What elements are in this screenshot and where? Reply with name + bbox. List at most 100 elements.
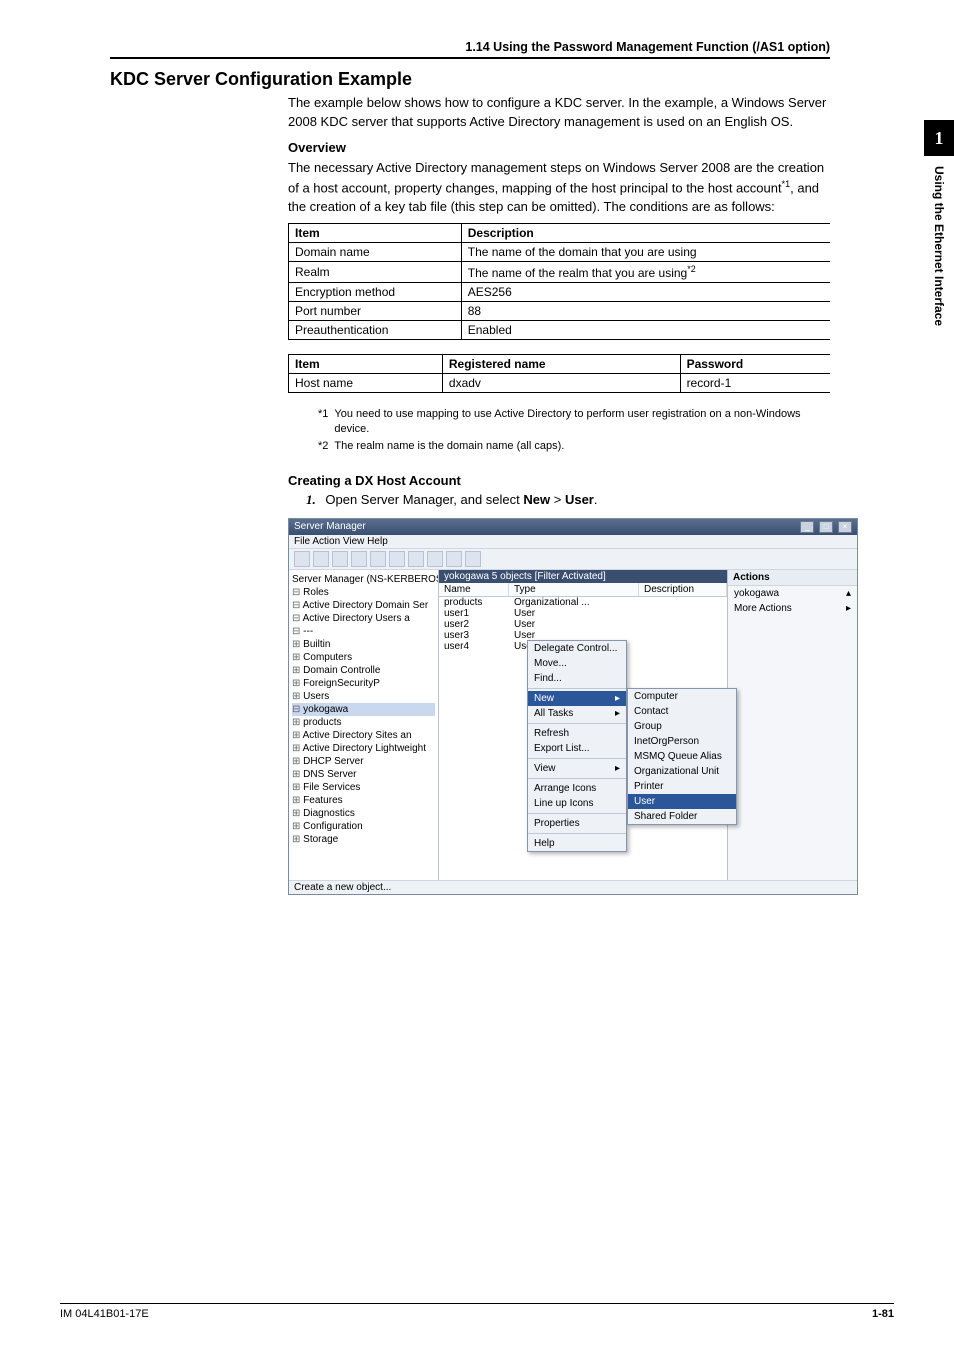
tree-foreign[interactable]: ⊞ ForeignSecurityP xyxy=(292,677,435,690)
tree-yokogawa[interactable]: ⊟ yokogawa xyxy=(292,703,435,716)
actions-pane: Actions yokogawa▴ More Actions▸ xyxy=(727,570,857,880)
tree-storage[interactable]: ⊞ Storage xyxy=(292,833,435,846)
page-footer: IM 04L41B01-17E 1-81 xyxy=(60,1303,894,1320)
nav-back-icon[interactable] xyxy=(294,551,310,567)
status-bar: Create a new object... xyxy=(289,880,857,894)
manual-code: IM 04L41B01-17E xyxy=(60,1308,149,1320)
menu-item[interactable]: Printer xyxy=(628,779,736,794)
menu-item[interactable]: Shared Folder xyxy=(628,809,736,824)
tree-computers[interactable]: ⊞ Computers xyxy=(292,651,435,664)
tree-filesvc[interactable]: ⊞ File Services xyxy=(292,781,435,794)
list-pane: yokogawa 5 objects [Filter Activated] Na… xyxy=(439,570,727,880)
tree-domaincontrollers[interactable]: ⊞ Domain Controlle xyxy=(292,664,435,677)
help-icon[interactable] xyxy=(446,551,462,567)
toolbar-icon[interactable] xyxy=(370,551,386,567)
actions-more[interactable]: More Actions▸ xyxy=(728,601,857,616)
table-row: Port number88 xyxy=(289,301,831,320)
section-header: 1.14 Using the Password Management Funct… xyxy=(110,40,830,59)
nav-forward-icon[interactable] xyxy=(313,551,329,567)
page-title: KDC Server Configuration Example xyxy=(110,69,830,90)
menu-item[interactable]: Properties xyxy=(528,816,626,831)
menu-item[interactable]: Organizational Unit xyxy=(628,764,736,779)
window-toolbar[interactable] xyxy=(289,548,857,570)
toolbar-icon[interactable] xyxy=(465,551,481,567)
overview-heading: Overview xyxy=(288,140,830,155)
server-manager-window: Server Manager _ □ × File Action View He… xyxy=(288,518,858,895)
close-icon[interactable]: × xyxy=(838,521,852,533)
tree-dhcp[interactable]: ⊞ DHCP Server xyxy=(292,755,435,768)
tree-users[interactable]: ⊞ Users xyxy=(292,690,435,703)
hostname-table: ItemRegistered namePasswordHost namedxad… xyxy=(288,354,830,393)
tree-features[interactable]: ⊞ Features xyxy=(292,794,435,807)
tree-adlight[interactable]: ⊞ Active Directory Lightweight xyxy=(292,742,435,755)
create-account-heading: Creating a DX Host Account xyxy=(288,473,830,488)
menu-item[interactable]: MSMQ Queue Alias xyxy=(628,749,736,764)
menu-item[interactable]: Delegate Control... xyxy=(528,641,626,656)
chevron-right-icon: ▸ xyxy=(846,603,851,614)
context-submenu[interactable]: ComputerContactGroupInetOrgPersonMSMQ Qu… xyxy=(627,688,737,825)
tree-domain[interactable]: ⊟ --- xyxy=(292,625,435,638)
col-type[interactable]: Type xyxy=(509,583,639,596)
table-row: Encryption methodAES256 xyxy=(289,282,831,301)
menu-item[interactable]: InetOrgPerson xyxy=(628,734,736,749)
list-item[interactable]: user1User xyxy=(439,608,727,619)
menu-item[interactable]: Arrange Icons xyxy=(528,781,626,796)
menu-item[interactable]: Refresh xyxy=(528,726,626,741)
list-item[interactable]: productsOrganizational ... xyxy=(439,597,727,608)
overview-paragraph: The necessary Active Directory managemen… xyxy=(288,159,830,217)
chevron-up-icon: ▴ xyxy=(846,588,851,599)
table-row: RealmThe name of the realm that you are … xyxy=(289,261,831,282)
menu-item[interactable]: Computer xyxy=(628,689,736,704)
col-desc[interactable]: Description xyxy=(639,583,727,596)
toolbar-icon[interactable] xyxy=(351,551,367,567)
tree-diag[interactable]: ⊞ Diagnostics xyxy=(292,807,435,820)
nav-tree[interactable]: Server Manager (NS-KERBEROS) ⊟ Roles ⊟ A… xyxy=(289,570,439,880)
step-1: 1. Open Server Manager, and select New >… xyxy=(306,492,830,508)
toolbar-icon[interactable] xyxy=(427,551,443,567)
footnote: *2The realm name is the domain name (all… xyxy=(318,439,830,454)
maximize-icon[interactable]: □ xyxy=(819,521,833,533)
tree-config[interactable]: ⊞ Configuration xyxy=(292,820,435,833)
tree-products[interactable]: ⊞ products xyxy=(292,716,435,729)
tree-adds[interactable]: ⊟ Active Directory Domain Ser xyxy=(292,599,435,612)
actions-section[interactable]: yokogawa▴ xyxy=(728,586,857,601)
tree-root[interactable]: Server Manager (NS-KERBEROS) xyxy=(292,573,435,586)
list-columns: Name Type Description xyxy=(439,583,727,597)
menu-item[interactable]: Line up Icons xyxy=(528,796,626,811)
chapter-index: 1 xyxy=(924,120,954,156)
menu-item[interactable]: View▸ xyxy=(528,761,626,776)
list-item[interactable]: user2User xyxy=(439,619,727,630)
table-header: Item xyxy=(289,223,462,242)
table-header: Item xyxy=(289,354,443,373)
conditions-table: ItemDescriptionDomain nameThe name of th… xyxy=(288,223,830,340)
toolbar-icon[interactable] xyxy=(389,551,405,567)
menu-item[interactable]: User xyxy=(628,794,736,809)
menu-item[interactable]: Contact xyxy=(628,704,736,719)
menu-item[interactable]: Find... xyxy=(528,671,626,686)
menu-item[interactable]: Move... xyxy=(528,656,626,671)
tree-adua[interactable]: ⊟ Active Directory Users a xyxy=(292,612,435,625)
footnote: *1You need to use mapping to use Active … xyxy=(318,407,830,438)
menu-item[interactable]: New▸ xyxy=(528,691,626,706)
menu-item[interactable]: Export List... xyxy=(528,741,626,756)
window-title: Server Manager xyxy=(294,521,366,532)
menu-item[interactable]: All Tasks▸ xyxy=(528,706,626,721)
menu-item[interactable]: Group xyxy=(628,719,736,734)
window-titlebar: Server Manager _ □ × xyxy=(289,519,857,535)
context-menu[interactable]: Delegate Control...Move...Find... New▸All… xyxy=(527,640,627,852)
tree-builtin[interactable]: ⊞ Builtin xyxy=(292,638,435,651)
tree-adsites[interactable]: ⊞ Active Directory Sites an xyxy=(292,729,435,742)
tree-roles[interactable]: ⊟ Roles xyxy=(292,586,435,599)
window-menubar[interactable]: File Action View Help xyxy=(289,535,857,548)
toolbar-icon[interactable] xyxy=(332,551,348,567)
toolbar-icon[interactable] xyxy=(408,551,424,567)
side-tab: 1 Using the Ethernet Interface xyxy=(924,120,954,326)
table-header: Password xyxy=(680,354,830,373)
tree-dns[interactable]: ⊞ DNS Server xyxy=(292,768,435,781)
minimize-icon[interactable]: _ xyxy=(800,521,814,533)
actions-header: Actions xyxy=(728,570,857,586)
menu-item[interactable]: Help xyxy=(528,836,626,851)
chapter-label: Using the Ethernet Interface xyxy=(932,166,946,326)
col-name[interactable]: Name xyxy=(439,583,509,596)
page-number: 1-81 xyxy=(872,1308,894,1320)
